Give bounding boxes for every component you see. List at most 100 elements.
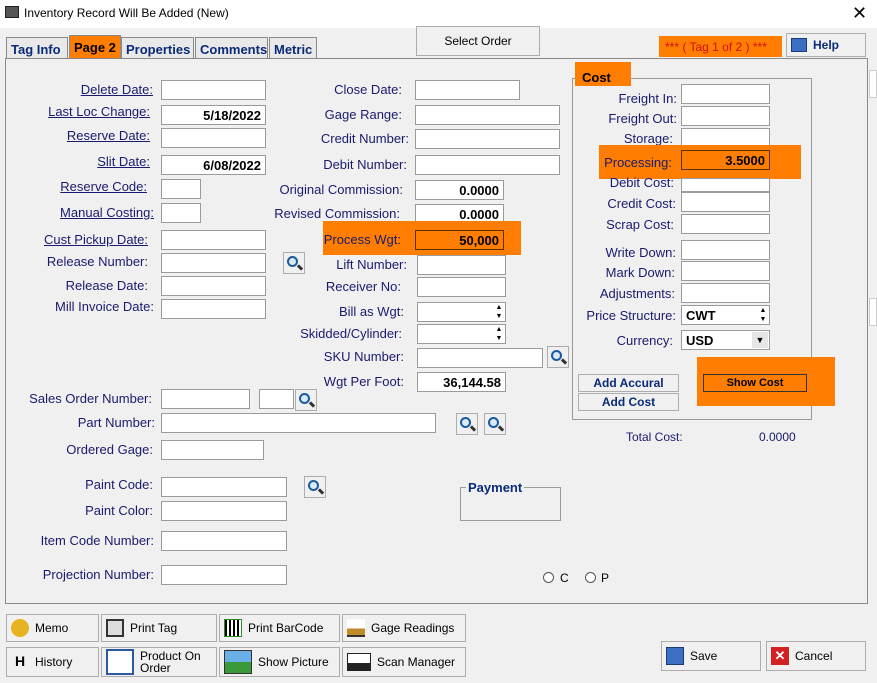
skidded-cylinder-field[interactable] (417, 324, 506, 344)
debit-cost-field[interactable] (681, 178, 770, 192)
paint-color-field[interactable] (161, 501, 287, 521)
freight-out-field[interactable] (681, 106, 770, 126)
gage-readings-button[interactable]: Gage Readings (342, 614, 466, 642)
release-date-field[interactable] (161, 276, 266, 296)
manual-costing-field[interactable] (161, 203, 201, 223)
save-button[interactable]: Save (661, 641, 761, 671)
original-commission-label: Original Commission: (279, 182, 403, 197)
payment-radio-c[interactable] (543, 572, 554, 583)
freight-in-field[interactable] (681, 84, 770, 104)
tag-indicator: *** ( Tag 1 of 2 ) *** (659, 36, 782, 57)
memo-button[interactable]: Memo (6, 614, 99, 642)
sku-number-field[interactable] (417, 348, 543, 368)
payment-title: Payment (466, 480, 525, 495)
scanner-icon (347, 653, 371, 671)
save-disk-icon (666, 647, 684, 665)
processing-label: Processing: (604, 155, 672, 170)
tab-comments[interactable]: Comments (195, 37, 268, 59)
barcode-icon (224, 619, 242, 637)
scrollbar-top[interactable] (869, 70, 877, 98)
delete-date-label: Delete Date: (80, 82, 153, 97)
last-loc-change-field[interactable]: 5/18/2022 (161, 105, 266, 125)
wgt-per-foot-label: Wgt Per Foot: (323, 374, 404, 389)
history-button[interactable]: H History (6, 647, 99, 677)
sales-order-line-field[interactable] (259, 389, 294, 409)
processing-field[interactable]: 3.5000 (681, 150, 770, 170)
cancel-button[interactable]: ✕ Cancel (766, 641, 866, 671)
history-key-icon: H (14, 653, 26, 669)
print-tag-button[interactable]: Print Tag (101, 614, 217, 642)
checklist-icon (106, 649, 134, 675)
original-commission-field[interactable]: 0.0000 (415, 180, 504, 200)
projection-number-field[interactable] (161, 565, 287, 585)
part-number-field[interactable] (161, 413, 436, 433)
release-number-field[interactable] (161, 253, 266, 273)
item-code-number-field[interactable] (161, 531, 287, 551)
wgt-per-foot-field[interactable]: 36,144.58 (417, 372, 506, 392)
mark-down-label: Mark Down: (605, 265, 675, 280)
cust-pickup-date-field[interactable] (161, 230, 266, 250)
part-number-label: Part Number: (77, 415, 155, 430)
tab-page-2[interactable]: Page 2 (69, 35, 121, 59)
sales-order-number-field[interactable] (161, 389, 250, 409)
tab-tag-info[interactable]: Tag Info (6, 37, 68, 59)
cost-title: Cost (575, 62, 631, 86)
close-icon[interactable]: ✕ (852, 3, 867, 24)
adjustments-field[interactable] (681, 283, 770, 303)
part-number-search-alt-icon[interactable] (484, 413, 506, 435)
bill-as-wgt-spinner-icon[interactable]: ▲ ▼ (494, 303, 504, 321)
ordered-gage-field[interactable] (161, 440, 264, 460)
mill-invoice-date-field[interactable] (161, 299, 266, 319)
mark-down-field[interactable] (681, 261, 770, 281)
scan-manager-button[interactable]: Scan Manager (342, 647, 466, 677)
skidded-cylinder-spinner-icon[interactable]: ▲ ▼ (494, 325, 504, 343)
credit-number-field[interactable] (415, 129, 560, 149)
price-structure-spinner-icon[interactable]: ▲ ▼ (758, 306, 768, 324)
slit-date-field[interactable]: 6/08/2022 (161, 155, 266, 175)
delete-date-field[interactable] (161, 80, 266, 100)
product-on-order-button[interactable]: Product On Order (101, 647, 217, 677)
part-number-search-icon[interactable] (456, 413, 478, 435)
reserve-date-field[interactable] (161, 128, 266, 148)
debit-number-field[interactable] (415, 155, 560, 175)
payment-radio-p[interactable] (585, 572, 596, 583)
reserve-code-field[interactable] (161, 179, 201, 199)
print-barcode-button[interactable]: Print BarCode (219, 614, 340, 642)
add-accural-button[interactable]: Add Accural (578, 374, 679, 392)
write-down-field[interactable] (681, 240, 770, 260)
last-loc-change-label: Last Loc Change: (48, 104, 150, 119)
select-order-button[interactable]: Select Order (416, 26, 540, 56)
add-cost-button[interactable]: Add Cost (578, 393, 679, 411)
gage-range-field[interactable] (415, 105, 560, 125)
scrollbar-bottom[interactable] (869, 298, 877, 326)
mill-invoice-date-label: Mill Invoice Date: (55, 299, 154, 314)
write-down-label: Write Down: (605, 245, 676, 260)
sales-order-search-icon[interactable] (295, 389, 317, 411)
release-search-icon[interactable] (283, 252, 305, 274)
release-date-label: Release Date: (65, 278, 148, 293)
paint-code-search-icon[interactable] (304, 476, 326, 498)
tab-metric[interactable]: Metric (269, 37, 317, 59)
show-picture-button[interactable]: Show Picture (219, 647, 340, 677)
paint-code-field[interactable] (161, 477, 287, 497)
scrap-cost-field[interactable] (681, 214, 770, 234)
payment-radio-c-label: C (560, 571, 569, 585)
help-button[interactable]: Help (786, 33, 866, 57)
process-wgt-field[interactable]: 50,000 (415, 230, 504, 250)
close-date-field[interactable] (415, 80, 520, 100)
sales-order-number-label: Sales Order Number: (29, 391, 152, 406)
show-cost-button[interactable]: Show Cost (703, 374, 807, 392)
ordered-gage-label: Ordered Gage: (66, 442, 153, 457)
receiver-no-field[interactable] (417, 277, 506, 297)
sku-search-icon[interactable] (547, 346, 569, 368)
total-cost-value: 0.0000 (759, 430, 796, 444)
manual-costing-label: Manual Costing: (60, 205, 154, 220)
credit-cost-field[interactable] (681, 192, 770, 212)
lift-number-field[interactable] (417, 255, 506, 275)
bill-as-wgt-field[interactable] (417, 302, 506, 322)
chevron-down-icon[interactable]: ▼ (752, 332, 768, 348)
currency-label: Currency: (616, 333, 673, 348)
paint-code-label: Paint Code: (85, 477, 153, 492)
tab-properties[interactable]: Properties (121, 37, 194, 59)
price-structure-field[interactable]: CWT (681, 305, 770, 325)
